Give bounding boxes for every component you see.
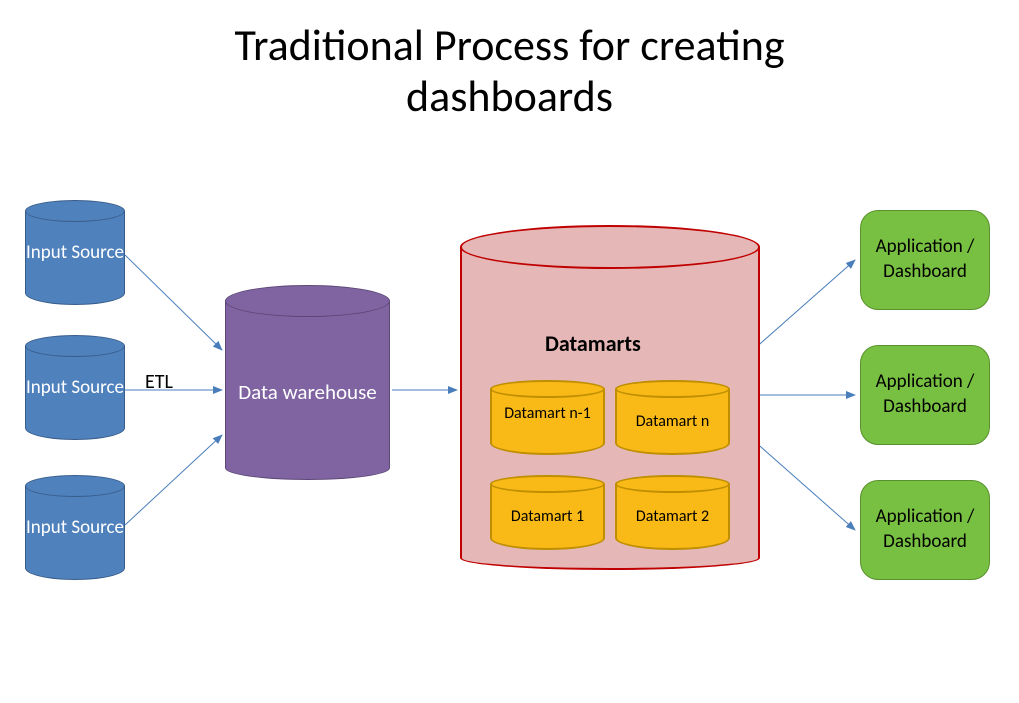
diagram-title: Traditional Process for creating dashboa…	[0, 20, 1019, 121]
input-source-1-label: Input Source	[25, 242, 125, 265]
input-source-3: Input Source	[25, 475, 125, 580]
input-source-1: Input Source	[25, 200, 125, 305]
data-warehouse-label: Data warehouse	[225, 380, 390, 405]
app-dashboard-3-label: Application / Dashboard	[867, 505, 983, 554]
app-dashboard-1-label: Application / Dashboard	[867, 235, 983, 284]
datamart-2-label: Datamart 2	[615, 507, 730, 526]
etl-label: ETL	[145, 370, 173, 394]
datamart-n-label: Datamart n	[615, 412, 730, 431]
input-source-3-label: Input Source	[25, 517, 125, 540]
arrow-input1-to-dw	[125, 255, 222, 350]
datamart-1-label: Datamart 1	[490, 507, 605, 526]
datamart-1: Datamart 1	[490, 475, 605, 550]
app-dashboard-3: Application / Dashboard	[860, 480, 990, 580]
app-dashboard-1: Application / Dashboard	[860, 210, 990, 310]
arrow-input3-to-dw	[125, 435, 222, 525]
arrow-dm-to-app1	[753, 260, 855, 350]
input-source-2: Input Source	[25, 335, 125, 440]
datamart-n: Datamart n	[615, 380, 730, 455]
arrow-dm-to-app3	[753, 440, 855, 530]
datamart-2: Datamart 2	[615, 475, 730, 550]
app-dashboard-2-label: Application / Dashboard	[867, 370, 983, 419]
data-warehouse: Data warehouse	[225, 285, 390, 480]
diagram-canvas: ETL Input Source Input Source Input Sour…	[0, 180, 1019, 703]
title-line2: dashboards	[406, 69, 613, 123]
datamart-n-minus-1-label: Datamart n-1	[490, 404, 605, 423]
datamarts-container: Datamarts Datamart n-1 Datamart n Datama…	[460, 225, 760, 570]
title-line1: Traditional Process for creating	[234, 18, 784, 72]
datamarts-title: Datamarts	[545, 330, 641, 357]
datamart-n-minus-1: Datamart n-1	[490, 380, 605, 455]
app-dashboard-2: Application / Dashboard	[860, 345, 990, 445]
input-source-2-label: Input Source	[25, 377, 125, 400]
